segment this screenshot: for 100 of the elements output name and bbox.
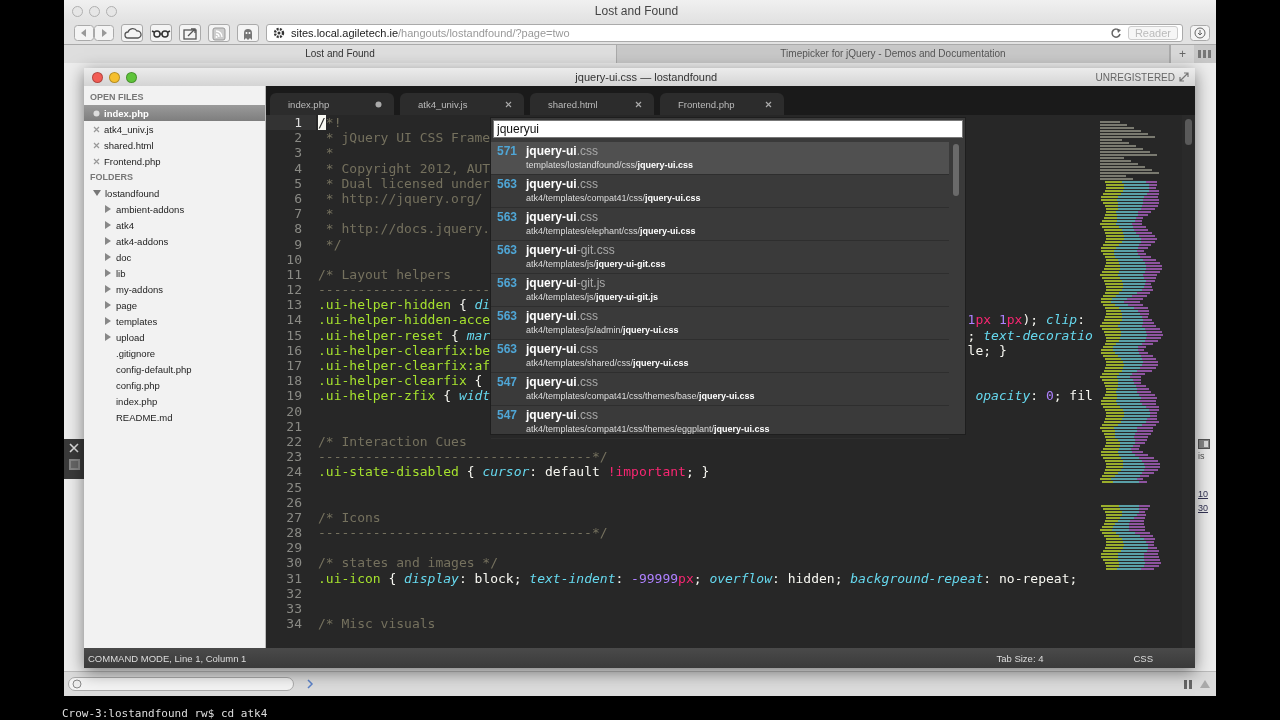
file-tab[interactable]: atk4_univ.js	[400, 93, 524, 115]
reload-icon[interactable]	[1109, 27, 1122, 39]
editor-zoom-button[interactable]	[126, 71, 137, 83]
status-text: COMMAND MODE, Line 1, Column 1	[88, 652, 248, 664]
score-text: 563	[497, 243, 519, 258]
close-icon[interactable]	[765, 100, 772, 108]
scrollbar-thumb[interactable]	[1185, 119, 1192, 145]
folder-item[interactable]: templates	[84, 313, 265, 329]
new-tab-button[interactable]: +	[1170, 45, 1194, 63]
folder-item[interactable]: lib	[84, 265, 265, 281]
scrollbar-thumb[interactable]	[953, 144, 959, 196]
file-path: atk4/templates/js/jquery-ui-git.js	[526, 291, 659, 304]
editor-close-button[interactable]	[92, 71, 103, 83]
file-path: atk4/templates/compat41/css/themes/base/jquery-ui.css	[526, 390, 755, 403]
result-item[interactable]: 563 jquery-ui.css atk4/templates/elephant/css/jquery-ui.css	[491, 208, 949, 241]
browser-zoom-button[interactable]	[106, 5, 117, 17]
folder-item[interactable]: doc	[84, 249, 265, 265]
folder-item[interactable]: atk4	[84, 217, 265, 233]
browser-minimize-button[interactable]	[89, 5, 100, 17]
code-line: /* Layout helpers	[318, 266, 452, 282]
file-name: jquery-ui.css	[526, 342, 599, 357]
line-number: 13	[285, 297, 302, 313]
score-text: 547	[497, 375, 519, 390]
file-tab[interactable]: Frontend.php	[660, 93, 784, 115]
toolbar-button[interactable]	[121, 24, 143, 42]
code-line: le; }	[967, 342, 1007, 358]
line-number: 21	[285, 418, 302, 434]
file-item[interactable]: config-default.php	[84, 361, 265, 377]
file-item[interactable]: index.php	[84, 393, 265, 409]
result-item[interactable]: 547 jquery-ui.css atk4/templates/compat41/css/themes/eggplant/jquery-ui.css	[491, 406, 949, 439]
folder-item[interactable]: ambient-addons	[84, 201, 265, 217]
file-tab[interactable]: index.php	[270, 93, 394, 115]
result-item[interactable]: 563 jquery-ui.css atk4/templates/shared/css/jquery-ui.css	[491, 340, 949, 373]
browser-close-button[interactable]	[72, 5, 83, 17]
code-line: opacity: 0; fil	[974, 388, 1093, 404]
close-icon[interactable]	[635, 100, 642, 108]
line-number: 32	[285, 585, 302, 601]
line-number: 15	[285, 327, 302, 343]
result-item[interactable]: 563 jquery-ui.css atk4/templates/js/admin/jquery-ui.css	[491, 307, 949, 340]
code-line: * http://docs.jquery.	[324, 221, 491, 237]
line-number: 22	[285, 433, 302, 450]
file-path: atk4/templates/shared/css/jquery-ui.css	[526, 357, 689, 370]
page-text: is	[1198, 450, 1205, 463]
forward-button[interactable]	[94, 25, 114, 41]
line-number: 26	[285, 494, 302, 510]
code-line: /* Icons	[318, 509, 381, 525]
file-name: jquery-ui-git.js	[526, 276, 607, 291]
status-text[interactable]: CSS	[1133, 652, 1153, 664]
triangle-icon[interactable]	[1200, 680, 1210, 688]
status-text[interactable]: Tab Size: 4	[996, 652, 1044, 664]
code-line: * http://jquery.org/	[324, 190, 483, 206]
file-tab[interactable]: shared.html	[530, 93, 654, 115]
share-icon	[180, 25, 200, 41]
page-text: 30	[1198, 502, 1208, 515]
browser-tab[interactable]: Lost and Found	[64, 45, 617, 63]
score-text: 563	[497, 177, 519, 192]
tab-overview-icon[interactable]	[1198, 49, 1212, 59]
line-number: 10	[285, 251, 302, 267]
search-field[interactable]: jqueryui	[493, 120, 963, 138]
line-number: 30	[285, 555, 302, 571]
chevron-icon[interactable]	[306, 679, 314, 689]
close-icon[interactable]	[505, 100, 512, 108]
line-number: 18	[285, 373, 302, 389]
code-line: 1px 1px); clip:	[967, 312, 1086, 328]
open-file-item[interactable]: shared.html	[84, 137, 265, 153]
line-number: 24	[285, 464, 302, 480]
line-number: 19	[285, 388, 302, 404]
pause-icon[interactable]	[1184, 679, 1192, 689]
open-file-item[interactable]: Frontend.php	[84, 153, 265, 169]
score-text: 563	[497, 342, 519, 357]
dot-icon	[93, 109, 100, 117]
file-item[interactable]: config.php	[84, 377, 265, 393]
code-line: .ui-helper-clearfix:be	[318, 342, 491, 358]
result-item[interactable]: 571 jquery-ui.css templates/lostandfound/css/jquery-ui.css	[491, 142, 949, 175]
toolbar-button[interactable]	[179, 24, 201, 42]
folder-item[interactable]: my-addons	[84, 281, 265, 297]
window-title: jquery-ui.css — lostandfound	[574, 71, 719, 83]
result-item[interactable]: 563 jquery-ui.css atk4/templates/compat41/css/jquery-ui.css	[491, 175, 949, 208]
editor-minimize-button[interactable]	[109, 71, 120, 83]
download-button[interactable]	[1190, 25, 1210, 41]
file-item[interactable]: .gitignore	[84, 345, 265, 361]
code-line: .ui-helper-clearfix:af	[318, 358, 491, 373]
result-item[interactable]: 563 jquery-ui-git.css atk4/templates/js/jquery-ui-git.css	[491, 241, 949, 274]
result-item[interactable]: 563 jquery-ui-git.js atk4/templates/js/jquery-ui-git.js	[491, 274, 949, 307]
fullscreen-icon[interactable]	[1179, 72, 1189, 82]
line-number: 34	[285, 616, 302, 632]
open-file-item[interactable]: atk4_univ.js	[84, 121, 265, 137]
line-number: 33	[285, 601, 302, 617]
file-name: jquery-ui.css	[526, 210, 599, 225]
code-line: /* Interaction Cues	[318, 433, 467, 449]
folder-item[interactable]: page	[84, 297, 265, 313]
toolbar-button[interactable]	[150, 24, 172, 42]
folder-item[interactable]: atk4-addons	[84, 233, 265, 249]
square-icon	[68, 459, 80, 470]
code-line: /*!	[318, 115, 342, 130]
back-button[interactable]	[74, 25, 94, 41]
folder-item[interactable]: lostandfound	[84, 185, 265, 201]
file-item[interactable]: README.md	[84, 409, 265, 425]
result-item[interactable]: 547 jquery-ui.css atk4/templates/compat41/css/themes/base/jquery-ui.css	[491, 373, 949, 406]
folder-item[interactable]: upload	[84, 329, 265, 345]
